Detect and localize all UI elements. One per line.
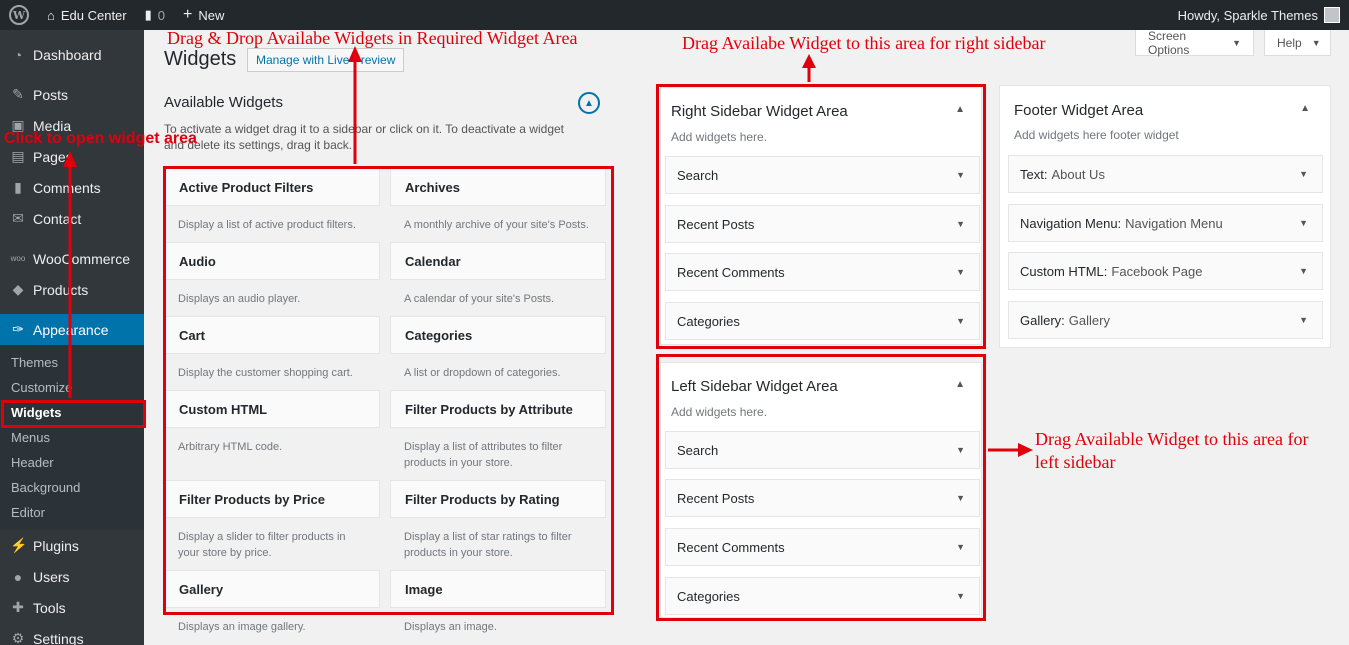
widget-instance-title: About Us	[1051, 166, 1105, 182]
wp-logo-menu[interactable]: W	[0, 0, 38, 30]
widget-instance-title: Facebook Page	[1111, 263, 1203, 279]
menu-tools[interactable]: ✚ Tools	[0, 592, 144, 623]
menu-comments[interactable]: ▮ Comments	[0, 172, 144, 203]
menu-label: Dashboard	[33, 46, 102, 63]
comment-icon: ▮	[14, 179, 22, 195]
comment-bubble-icon: ▮	[144, 7, 152, 22]
site-name-menu[interactable]: ⌂ Edu Center	[38, 0, 136, 30]
mail-icon: ✉	[12, 210, 24, 226]
menu-users[interactable]: ● Users	[0, 561, 144, 592]
available-widgets-title: Available Widgets	[164, 94, 283, 111]
plugin-icon: ⚡	[10, 537, 28, 553]
submenu-background[interactable]: Background	[0, 475, 144, 500]
plus-icon: +	[183, 6, 193, 23]
menu-settings[interactable]: ⚙ Settings	[0, 623, 144, 645]
menu-contact[interactable]: ✉ Contact	[0, 203, 144, 234]
submenu-themes[interactable]: Themes	[0, 350, 144, 375]
appearance-submenu: Themes Customize Widgets Menus Header Ba…	[0, 345, 144, 530]
menu-label: Products	[33, 281, 89, 298]
footer-widget-gallery[interactable]: Gallery: Gallery ▼	[1008, 301, 1323, 339]
footer-widget-text[interactable]: Text: About Us ▼	[1008, 155, 1323, 193]
menu-label: WooCommerce	[33, 250, 130, 267]
caret-down-icon[interactable]: ▼	[1299, 218, 1308, 228]
annotation-right-sidebar: Drag Availabe Widget to this area for ri…	[682, 33, 1046, 53]
site-name: Edu Center	[60, 7, 127, 23]
widget-name: Text:	[1020, 166, 1048, 182]
brush-icon: ✑	[12, 321, 24, 337]
annotation-left-sidebar-line1: Drag Available Widget to this area for	[1035, 429, 1309, 449]
menu-label: Tools	[33, 599, 66, 616]
menu-products[interactable]: ◆ Products	[0, 274, 144, 305]
caret-down-icon[interactable]: ▼	[1299, 169, 1308, 179]
submenu-header[interactable]: Header	[0, 450, 144, 475]
widget-instance-title: Gallery	[1068, 312, 1110, 328]
pages-icon: ▤	[11, 148, 25, 164]
help-label: Help	[1277, 35, 1302, 50]
widget-instance-title: Navigation Menu	[1125, 215, 1223, 231]
dashboard-icon: ◔	[13, 46, 23, 63]
avatar	[1324, 7, 1340, 23]
menu-label: Appearance	[33, 321, 109, 338]
footer-widget-area[interactable]: Footer Widget Area ▲ Add widgets here fo…	[999, 85, 1331, 348]
menu-woocommerce[interactable]: woo WooCommerce	[0, 243, 144, 274]
footer-widget-custom-html[interactable]: Custom HTML: Facebook Page ▼	[1008, 252, 1323, 290]
widget-name: Navigation Menu:	[1020, 215, 1122, 231]
menu-appearance[interactable]: ✑ Appearance	[0, 314, 144, 345]
screen-options-button[interactable]: Screen Options ▼	[1135, 28, 1254, 57]
caret-down-icon: ▼	[1232, 37, 1241, 48]
pin-icon: ✎	[12, 86, 24, 102]
annotation-left-sidebar-line2: left sidebar	[1035, 452, 1116, 472]
collapse-toggle-icon[interactable]: ▲	[578, 92, 600, 114]
user-icon: ●	[13, 568, 23, 585]
menu-plugins[interactable]: ⚡ Plugins	[0, 530, 144, 561]
new-label: New	[198, 7, 225, 23]
woo-icon: woo	[10, 254, 26, 263]
highlight-widgets-menu	[1, 400, 146, 428]
screen-options-label: Screen Options	[1148, 28, 1190, 57]
footer-widget-navigation-menu[interactable]: Navigation Menu: Navigation Menu ▼	[1008, 204, 1323, 242]
menu-label: Pages	[33, 148, 73, 165]
annotation-drag-drop: Drag & Drop Availabe Widgets in Required…	[167, 28, 578, 48]
highlight-right-sidebar	[656, 84, 986, 349]
wordpress-logo-icon: W	[9, 5, 29, 25]
menu-label: Plugins	[33, 537, 79, 554]
footer-area-title: Footer Widget Area	[1014, 102, 1144, 119]
highlight-available-widgets	[163, 166, 614, 615]
comments-menu[interactable]: ▮ 0	[136, 0, 174, 30]
home-icon: ⌂	[47, 7, 55, 23]
howdy-text: Howdy, Sparkle Themes	[1177, 7, 1318, 23]
menu-label: Users	[33, 568, 70, 585]
box-icon: ◆	[12, 281, 24, 297]
page-title: Widgets	[164, 48, 237, 70]
annotation-click-widget-area: Click to open widget area	[4, 130, 197, 147]
wrench-icon: ✚	[12, 599, 24, 615]
submenu-menus[interactable]: Menus	[0, 425, 144, 450]
comments-count: 0	[157, 7, 166, 23]
caret-down-icon[interactable]: ▼	[1299, 266, 1308, 276]
new-content-menu[interactable]: + New	[174, 0, 233, 30]
submenu-editor[interactable]: Editor	[0, 500, 144, 525]
caret-down-icon: ▼	[1311, 37, 1321, 48]
menu-label: Settings	[33, 630, 84, 645]
highlight-left-sidebar	[656, 354, 986, 621]
widget-name: Gallery:	[1020, 312, 1065, 328]
admin-menu: ◔ Dashboard ✎ Posts ▣ Media ▤ Pages ▮ Comment…	[0, 30, 144, 645]
admin-bar: W ⌂ Edu Center ▮ 0 + New Howdy, Sparkle …	[0, 0, 1349, 30]
menu-dashboard[interactable]: ◔ Dashboard	[0, 39, 144, 70]
menu-label: Contact	[33, 210, 82, 227]
manage-live-preview-button[interactable]: Manage with Live Preview	[247, 48, 405, 72]
available-widgets-description: To activate a widget drag it to a sideba…	[164, 122, 564, 152]
menu-label: Comments	[33, 179, 101, 196]
settings-icon: ⚙	[11, 630, 25, 645]
submenu-customize[interactable]: Customize	[0, 375, 144, 400]
caret-down-icon[interactable]: ▼	[1299, 315, 1308, 325]
footer-area-description: Add widgets here footer widget	[1014, 128, 1179, 142]
menu-posts[interactable]: ✎ Posts	[0, 79, 144, 110]
help-button[interactable]: Help ▼	[1264, 30, 1331, 56]
caret-up-icon[interactable]: ▲	[1300, 103, 1310, 114]
widget-name: Custom HTML:	[1020, 263, 1108, 279]
menu-label: Posts	[33, 86, 69, 103]
my-account-menu[interactable]: Howdy, Sparkle Themes	[1169, 0, 1349, 30]
